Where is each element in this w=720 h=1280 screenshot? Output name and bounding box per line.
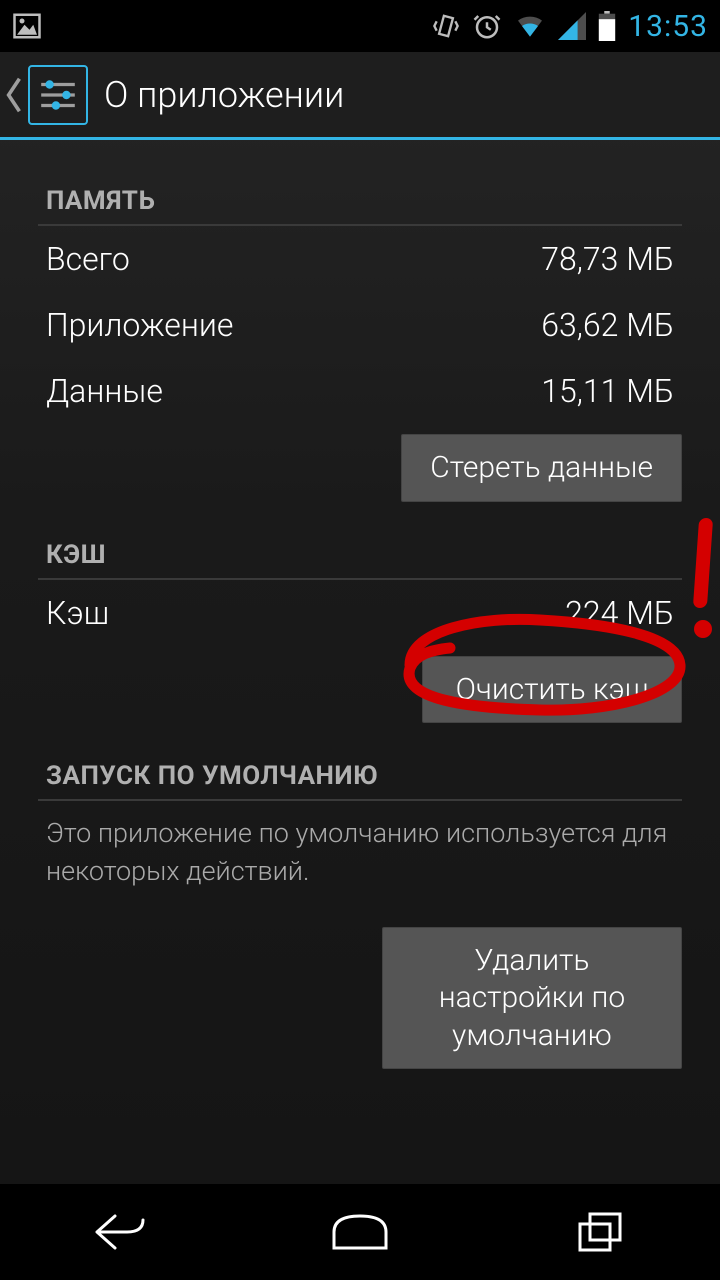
cache-row: Кэш 224 МБ: [30, 580, 690, 646]
nav-home-button[interactable]: [285, 1202, 435, 1262]
memory-row-total: Всего 78,73 МБ: [30, 226, 690, 292]
memory-data-value: 15,11 МБ: [541, 372, 674, 410]
gallery-icon: [12, 11, 42, 41]
section-header-memory: ПАМЯТЬ: [30, 158, 690, 224]
back-chevron-icon[interactable]: [0, 51, 28, 139]
clear-defaults-button[interactable]: Удалить настройки по умолчанию: [382, 927, 682, 1070]
clear-data-button[interactable]: Стереть данные: [401, 434, 682, 502]
nav-recent-button[interactable]: [525, 1202, 675, 1262]
cache-value: 224 МБ: [565, 594, 674, 632]
memory-data-label: Данные: [46, 372, 163, 410]
settings-sliders-icon: [28, 65, 88, 125]
wifi-icon: [514, 12, 546, 40]
section-header-cache: КЭШ: [30, 512, 690, 578]
status-clock: 13:53: [628, 9, 708, 44]
cache-label: Кэш: [46, 594, 109, 632]
battery-icon: [598, 11, 616, 41]
vibrate-icon: [432, 12, 460, 40]
alarm-icon: [472, 11, 502, 41]
memory-row-app: Приложение 63,62 МБ: [30, 292, 690, 358]
action-bar[interactable]: О приложении: [0, 52, 720, 140]
page-title: О приложении: [104, 74, 344, 116]
launch-description: Это приложение по умолчанию используется…: [30, 801, 690, 891]
section-header-launch: ЗАПУСК ПО УМОЛЧАНИЮ: [30, 733, 690, 799]
clear-cache-button[interactable]: Очистить кэш: [422, 656, 682, 724]
nav-bar: [0, 1184, 720, 1280]
memory-row-data: Данные 15,11 МБ: [30, 358, 690, 424]
memory-total-label: Всего: [46, 240, 130, 278]
status-bar: 13:53: [0, 0, 720, 52]
memory-total-value: 78,73 МБ: [541, 240, 674, 278]
signal-icon: [558, 12, 586, 40]
memory-app-value: 63,62 МБ: [541, 306, 674, 344]
nav-back-button[interactable]: [45, 1202, 195, 1262]
memory-app-label: Приложение: [46, 306, 233, 344]
